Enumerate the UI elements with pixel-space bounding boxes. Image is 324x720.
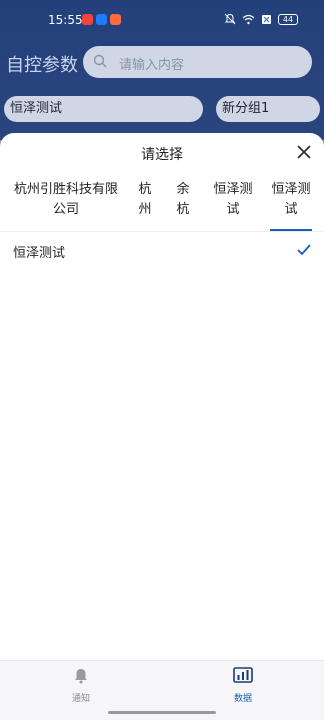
sim-icon: [262, 14, 271, 24]
nav-item-data[interactable]: 数据: [213, 667, 273, 704]
home-indicator[interactable]: [108, 711, 216, 714]
bar-chart-icon: [233, 667, 253, 683]
tab-label: 杭州引胜科技有限 公司: [13, 182, 118, 217]
close-icon[interactable]: [296, 144, 312, 160]
app-notification-icon: [110, 14, 121, 25]
active-tab-indicator: [270, 229, 312, 231]
option-label: 恒泽测试: [13, 246, 66, 261]
nav-label: 数据: [233, 694, 252, 704]
tab-level-2[interactable]: 杭 州: [136, 180, 154, 220]
left-select[interactable]: 恒泽测试: [4, 96, 203, 122]
tab-label: 恒泽测 试: [213, 182, 253, 217]
nav-item-notify[interactable]: 通知: [51, 667, 111, 704]
wifi-icon: [242, 14, 255, 24]
app-notification-icon: [82, 14, 93, 25]
battery-indicator: 44: [278, 13, 298, 25]
search-icon: [93, 54, 107, 68]
group-select[interactable]: 新分组1: [216, 96, 320, 122]
search-input[interactable]: 请输入内容: [83, 46, 312, 78]
app-notification-icon: [96, 14, 107, 25]
status-bar: 15:55 44: [0, 0, 324, 40]
level-tabs: 杭州引胜科技有限 公司 杭 州 余 杭 恒泽测 试 恒泽测 试: [0, 174, 324, 232]
tab-level-1[interactable]: 杭州引胜科技有限 公司: [12, 180, 120, 220]
tab-label: 杭 州: [138, 182, 152, 217]
tab-level-3[interactable]: 余 杭: [174, 180, 192, 220]
picker-sheet: 请选择 杭州引胜科技有限 公司 杭 州 余 杭 恒泽测 试 恒泽测 试 恒泽测试: [0, 133, 324, 660]
option-item[interactable]: 恒泽测试: [0, 239, 324, 265]
bell-icon: [75, 669, 87, 684]
tab-label: 余 杭: [176, 182, 190, 217]
status-time: 15:55: [48, 13, 83, 27]
search-placeholder: 请输入内容: [119, 58, 185, 73]
mute-icon: [224, 13, 236, 25]
status-indicators: 44: [224, 13, 298, 25]
tab-level-4[interactable]: 恒泽测 试: [210, 180, 256, 220]
tab-label: 恒泽测 试: [271, 182, 311, 217]
tab-level-5[interactable]: 恒泽测 试: [270, 180, 312, 220]
status-app-icons: [82, 14, 121, 25]
check-icon: [297, 244, 311, 256]
page-title: 自控参数: [6, 55, 78, 76]
sheet-title: 请选择: [141, 147, 183, 163]
nav-label: 通知: [71, 694, 90, 704]
